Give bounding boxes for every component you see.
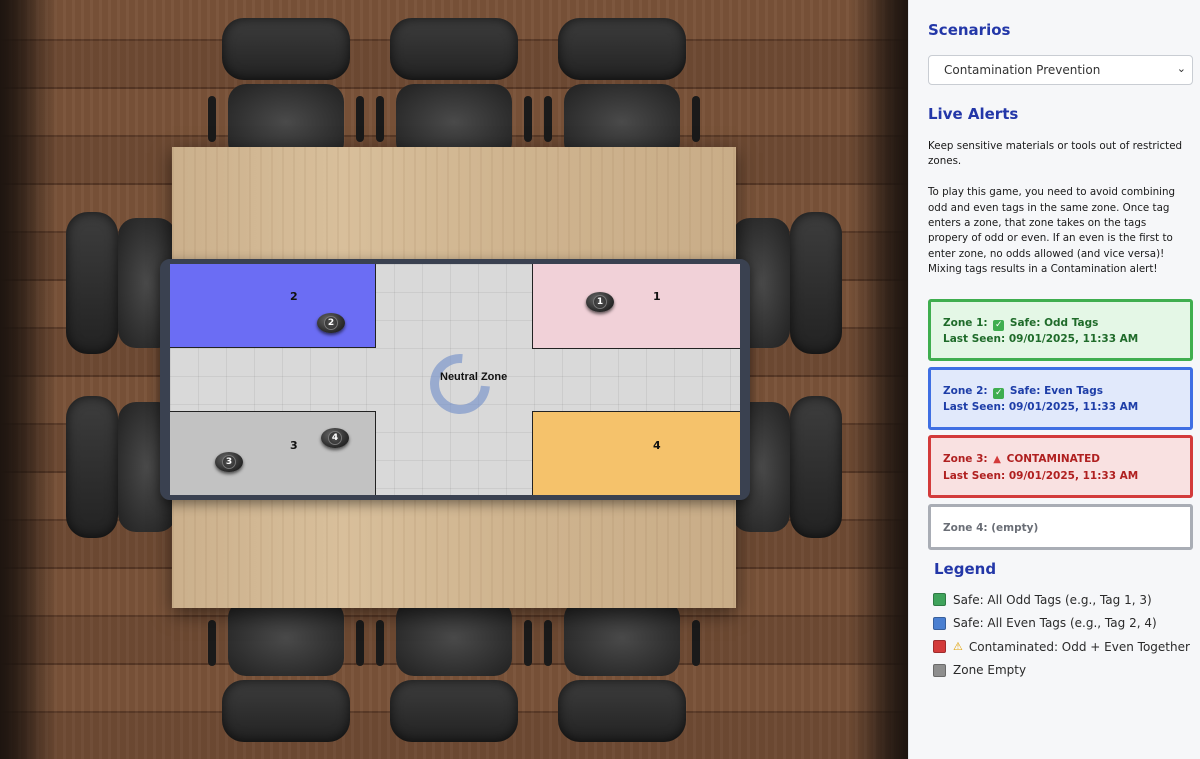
scenario-select-value: Contamination Prevention bbox=[944, 63, 1101, 77]
zone-1-label: 1 bbox=[653, 290, 661, 303]
tag-2-number: 2 bbox=[324, 316, 338, 330]
alert-status: Safe: Odd Tags bbox=[1009, 317, 1099, 329]
legend-item-safe-even: Safe: All Even Tags (e.g., Tag 2, 4) bbox=[933, 612, 1190, 636]
tag-3[interactable]: 3 bbox=[215, 452, 243, 472]
scenario-select[interactable]: Contamination Prevention ⌄ bbox=[928, 55, 1193, 85]
live-alerts-title: Live Alerts bbox=[928, 105, 1019, 123]
alert-status: CONTAMINATED bbox=[1006, 453, 1101, 465]
alert-card-zone-2: Zone 2: ✓ Safe: Even Tags Last Seen: 09/… bbox=[928, 367, 1193, 430]
alert-card-zone-3: Zone 3: ▲ CONTAMINATED Last Seen: 09/01/… bbox=[928, 435, 1193, 498]
legend-text: Contaminated: Odd + Even Together bbox=[968, 639, 1190, 654]
chair-bottom-1 bbox=[208, 600, 364, 750]
chair-top-2 bbox=[376, 18, 532, 160]
alert-last-seen: Last Seen: 09/01/2025, 11:33 AM bbox=[943, 333, 1139, 345]
tag-2[interactable]: 2 bbox=[317, 313, 345, 333]
zone-2-label: 2 bbox=[290, 290, 298, 303]
chair-top-3 bbox=[544, 18, 700, 160]
chevron-down-icon: ⌄ bbox=[1176, 62, 1186, 75]
legend-list: Safe: All Odd Tags (e.g., Tag 1, 3) Safe… bbox=[933, 588, 1190, 682]
neutral-zone-logo-icon bbox=[417, 341, 503, 427]
alert-zone-name: Zone 4: bbox=[943, 522, 988, 534]
legend-item-contaminated: ⚠ Contaminated: Odd + Even Together bbox=[933, 635, 1190, 659]
legend-swatch-blue bbox=[933, 616, 946, 630]
chair-bottom-3 bbox=[544, 600, 700, 750]
tag-4[interactable]: 4 bbox=[321, 428, 349, 448]
tag-4-number: 4 bbox=[328, 431, 342, 445]
legend-title: Legend bbox=[934, 560, 997, 578]
zone-board-surface: 2 1 3 4 Neutral Zone 1 2 3 4 bbox=[170, 264, 740, 495]
neutral-zone-label: Neutral Zone bbox=[440, 371, 508, 383]
warning-icon: ▲ bbox=[993, 454, 1001, 465]
alert-last-seen: Last Seen: 09/01/2025, 11:33 AM bbox=[943, 401, 1139, 413]
legend-text: Safe: All Even Tags (e.g., Tag 2, 4) bbox=[953, 616, 1157, 631]
alert-card-zone-1: Zone 1: ✓ Safe: Odd Tags Last Seen: 09/0… bbox=[928, 299, 1193, 361]
chair-bottom-2 bbox=[376, 600, 532, 750]
alert-card-zone-4: Zone 4: (empty) bbox=[928, 504, 1193, 550]
side-panel: Scenarios Contamination Prevention ⌄ Liv… bbox=[908, 0, 1200, 759]
tag-1-number: 1 bbox=[593, 295, 607, 309]
alert-status: Safe: Even Tags bbox=[1009, 385, 1104, 397]
legend-text: Zone Empty bbox=[953, 663, 1027, 678]
scenarios-title: Scenarios bbox=[928, 21, 1011, 39]
zone-4[interactable]: 4 bbox=[532, 411, 740, 495]
alert-zone-name: Zone 1: bbox=[943, 317, 988, 329]
legend-swatch-red bbox=[933, 640, 946, 654]
zone-3-label: 3 bbox=[290, 439, 298, 452]
legend-text: Safe: All Odd Tags (e.g., Tag 1, 3) bbox=[953, 592, 1152, 607]
alert-last-seen: Last Seen: 09/01/2025, 11:33 AM bbox=[943, 470, 1139, 482]
floor-shadow-left bbox=[0, 0, 58, 759]
scenario-description: Keep sensitive materials or tools out of… bbox=[928, 140, 1183, 276]
zone-4-label: 4 bbox=[653, 439, 661, 452]
alert-status: (empty) bbox=[991, 522, 1039, 534]
legend-swatch-green bbox=[933, 593, 946, 607]
check-icon: ✓ bbox=[993, 320, 1005, 331]
legend-item-empty: Zone Empty bbox=[933, 659, 1190, 683]
legend-item-safe-odd: Safe: All Odd Tags (e.g., Tag 1, 3) bbox=[933, 588, 1190, 612]
tag-3-number: 3 bbox=[222, 455, 236, 469]
alert-zone-name: Zone 2: bbox=[943, 385, 988, 397]
legend-swatch-gray bbox=[933, 663, 946, 677]
warning-icon: ⚠ bbox=[953, 640, 963, 654]
zone-2[interactable]: 2 bbox=[170, 264, 376, 348]
meeting-room-scene: 2 1 3 4 Neutral Zone 1 2 3 4 bbox=[0, 0, 908, 759]
check-icon: ✓ bbox=[993, 388, 1005, 399]
floor-shadow-right bbox=[850, 0, 908, 759]
zone-3[interactable]: 3 bbox=[170, 411, 376, 495]
zone-1[interactable]: 1 bbox=[532, 264, 740, 349]
zone-board: 2 1 3 4 Neutral Zone 1 2 3 4 bbox=[160, 259, 750, 500]
tag-1[interactable]: 1 bbox=[586, 292, 614, 312]
chair-top-1 bbox=[208, 18, 364, 160]
alert-zone-name: Zone 3: bbox=[943, 453, 988, 465]
